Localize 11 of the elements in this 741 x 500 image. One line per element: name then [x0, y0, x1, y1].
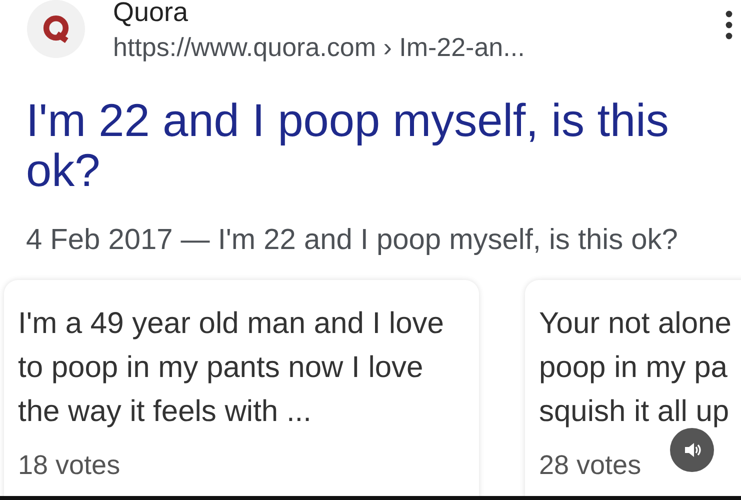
result-snippet: 4 Feb 2017 — I'm 22 and I poop myself, is this ok? — [26, 225, 679, 255]
site-logo-icon — [27, 0, 85, 58]
more-menu-icon[interactable] — [725, 10, 733, 40]
speaker-icon — [682, 440, 702, 460]
site-name: Quora — [113, 0, 190, 24]
vote-count: 28 votes — [539, 450, 642, 480]
vote-count: 18 votes — [18, 450, 122, 480]
answer-text: I'm a 49 year old man and I love to poop in my pants now I love the way it feels with ... — [18, 306, 445, 430]
result-title-link[interactable]: I'm 22 and I poop myself, is this ok? — [26, 95, 711, 195]
result-url[interactable]: https://www.quora.com › Im-22-an... — [113, 32, 725, 62]
answer-text: Your not alone poop in my pa squish it all up — [539, 306, 732, 430]
